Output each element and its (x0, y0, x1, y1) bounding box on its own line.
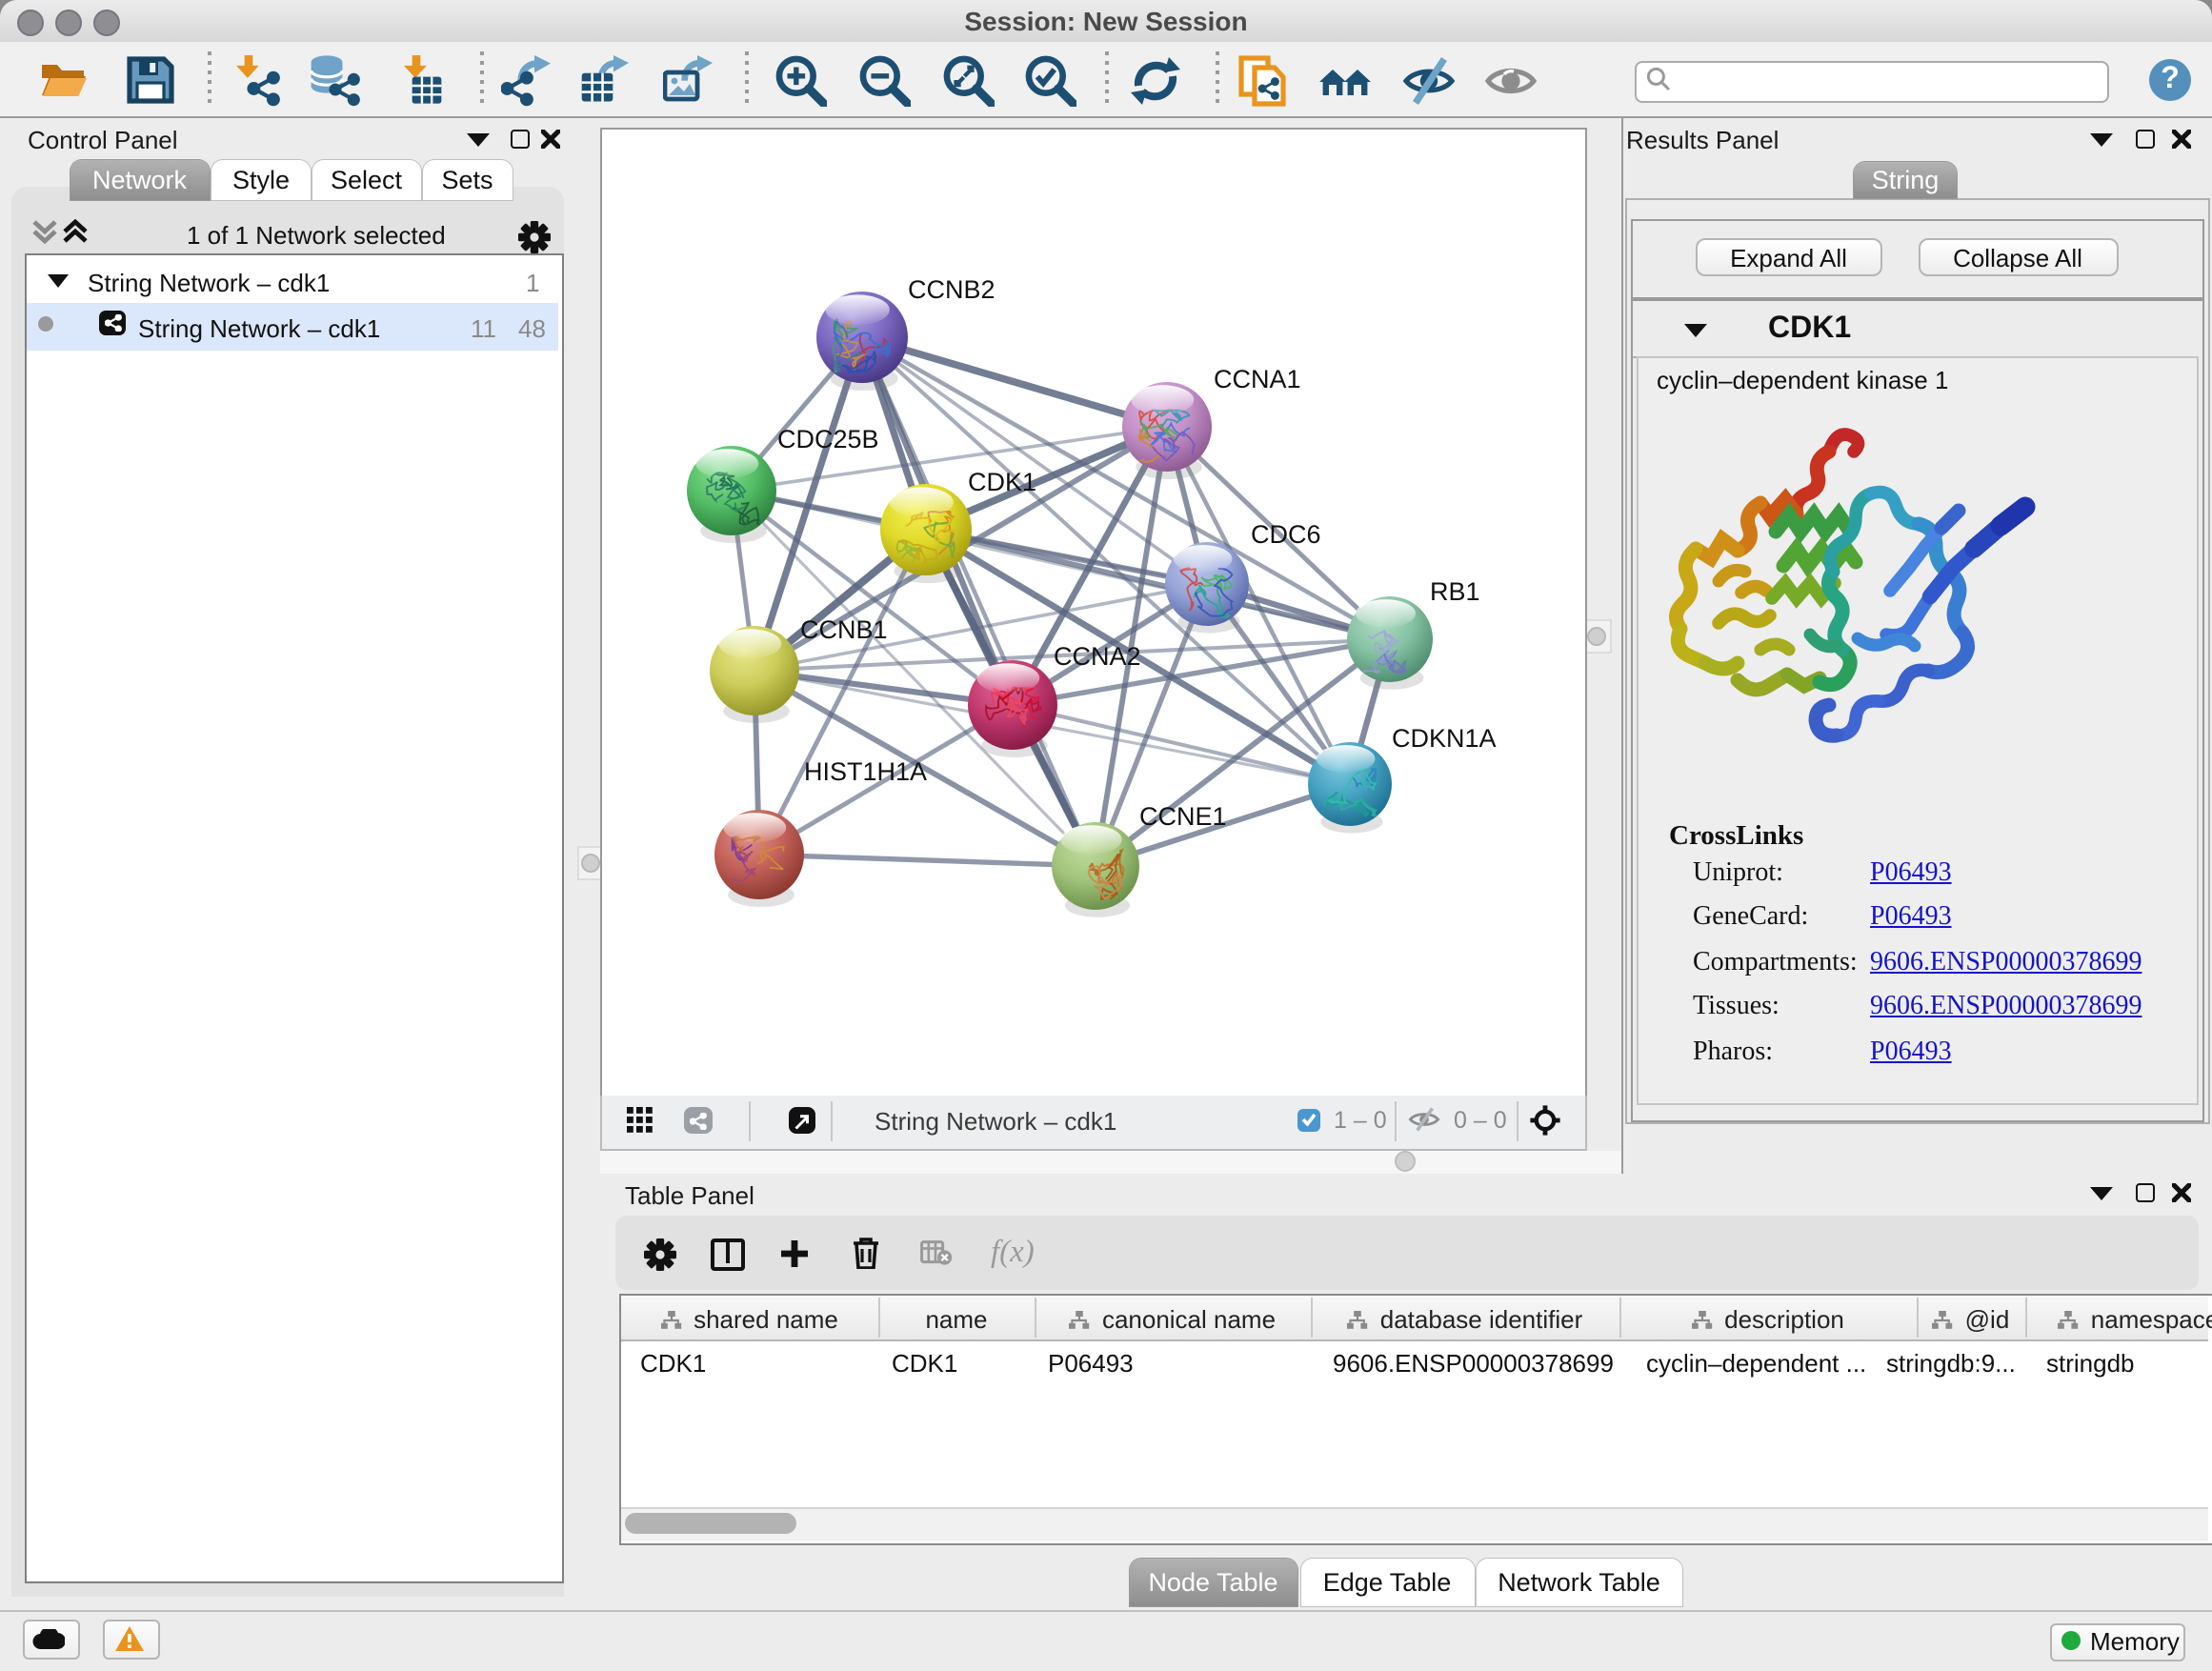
svg-text:CCNB2: CCNB2 (907, 274, 995, 303)
svg-text:CDC25B: CDC25B (776, 424, 878, 453)
svg-text:CDK1: CDK1 (967, 467, 1036, 495)
svg-text:CDC6: CDC6 (1250, 519, 1320, 548)
svg-text:CCNA2: CCNA2 (1053, 641, 1140, 670)
svg-text:HIST1H1A: HIST1H1A (803, 756, 926, 785)
svg-text:RB1: RB1 (1429, 576, 1479, 605)
svg-text:CDKN1A: CDKN1A (1391, 723, 1496, 752)
svg-text:CCNE1: CCNE1 (1138, 801, 1226, 830)
svg-text:CCNB1: CCNB1 (799, 614, 887, 643)
svg-text:CCNA1: CCNA1 (1213, 364, 1300, 393)
